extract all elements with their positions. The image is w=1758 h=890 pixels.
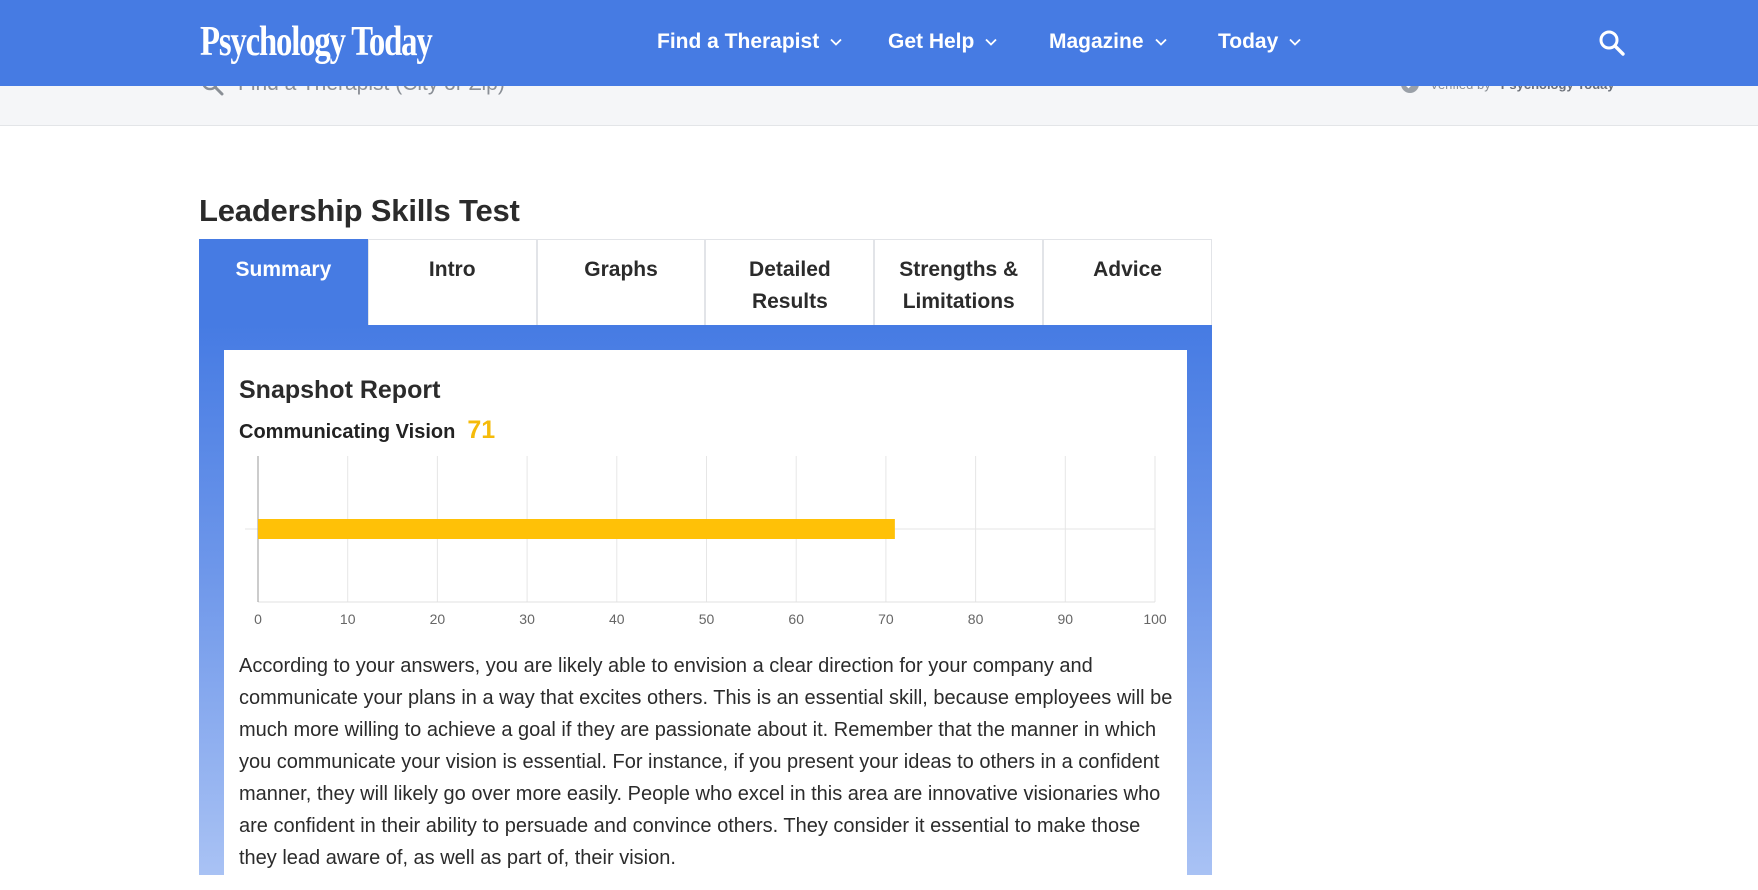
nav-find-a-therapist[interactable]: Find a Therapist (657, 30, 843, 54)
x-tick-label: 10 (340, 611, 356, 627)
x-tick-label: 90 (1058, 611, 1074, 627)
snapshot-report-card: Snapshot Report Communicating Vision 71 … (224, 350, 1187, 890)
chevron-down-icon (830, 38, 842, 46)
chevron-down-icon (1289, 38, 1301, 46)
x-tick-label: 50 (699, 611, 715, 627)
nav-label: Find a Therapist (657, 30, 820, 53)
site-logo[interactable]: Psychology Today (200, 18, 433, 66)
tab-advice[interactable]: Advice (1043, 239, 1212, 325)
score-label: Communicating Vision (239, 421, 456, 443)
nav-magazine[interactable]: Magazine (1049, 30, 1168, 54)
nav-label: Get Help (888, 30, 975, 53)
tab-label: Summary (235, 258, 332, 281)
search-icon[interactable] (1597, 28, 1627, 58)
tab-label: Detailed Results (749, 258, 831, 313)
report-title: Snapshot Report (239, 376, 441, 404)
x-tick-label: 70 (878, 611, 894, 627)
tab-strengths-limitations[interactable]: Strengths & Limitations (874, 239, 1044, 325)
tab-detailed-results[interactable]: Detailed Results (705, 239, 875, 325)
x-tick-label: 60 (788, 611, 804, 627)
tab-graphs[interactable]: Graphs (536, 239, 706, 325)
nav-label: Today (1218, 30, 1279, 53)
chevron-down-icon (985, 38, 997, 46)
tab-label: Intro (428, 258, 476, 281)
result-tabs: Summary Intro Graphs Detailed Results St… (199, 239, 1212, 325)
top-navigation: Psychology Today Find a Therapist Get He… (0, 0, 1758, 86)
tab-intro[interactable]: Intro (367, 239, 537, 325)
tab-summary[interactable]: Summary (199, 239, 368, 325)
x-tick-label: 20 (430, 611, 446, 627)
nav-today[interactable]: Today (1218, 30, 1302, 54)
x-tick-label: 0 (254, 611, 262, 627)
nav-get-help[interactable]: Get Help (888, 30, 998, 54)
tab-label: Strengths & Limitations (899, 258, 1019, 313)
chevron-down-icon (1154, 38, 1167, 46)
tab-label: Graphs (584, 258, 658, 281)
report-description: According to your answers, you are likel… (239, 655, 1173, 869)
score-bar (258, 519, 895, 539)
x-tick-label: 40 (609, 611, 625, 627)
tab-label: Advice (1093, 258, 1162, 281)
x-tick-label: 80 (968, 611, 984, 627)
page-title: Leadership Skills Test (199, 193, 520, 228)
nav-label: Magazine (1049, 30, 1144, 53)
summary-panel: Snapshot Report Communicating Vision 71 … (199, 325, 1212, 890)
score-row: Communicating Vision 71 (239, 416, 495, 445)
x-tick-label: 100 (1143, 611, 1167, 627)
score-bar-chart: 0 10 20 30 40 50 60 70 80 90 100 (245, 456, 1167, 627)
score-value: 71 (467, 416, 496, 444)
x-tick-label: 30 (519, 611, 535, 627)
